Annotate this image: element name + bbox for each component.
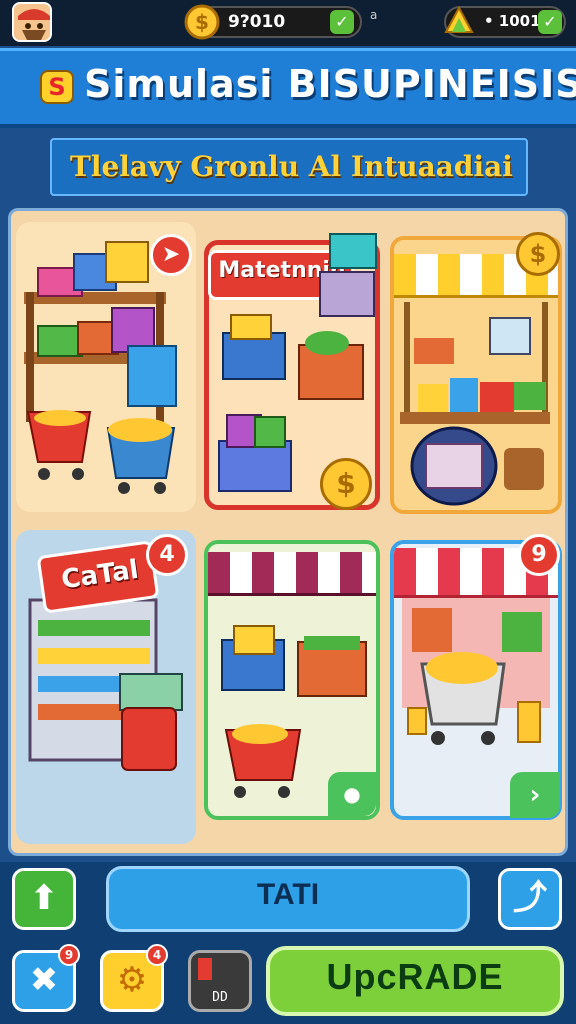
market-awning <box>208 552 376 596</box>
cart-count-badge: 4 <box>146 534 188 576</box>
svg-text:$: $ <box>195 10 209 34</box>
chevron-right-icon[interactable]: › <box>510 772 560 818</box>
storefront-sign-icon <box>319 233 377 317</box>
upgrade-button-label: UpcRADE <box>326 956 504 997</box>
start-button-label: TATI <box>256 878 320 911</box>
stall-coin-badge: $ <box>516 232 560 276</box>
up-arrow-icon[interactable]: ⬆ <box>12 868 76 930</box>
gem-amount: • 1001 <box>484 12 541 30</box>
card-market-stall[interactable] <box>390 236 562 514</box>
materials-coin-badge: $ <box>320 458 372 510</box>
hud-separator: a <box>370 8 378 22</box>
flag-icon <box>198 958 212 980</box>
arrow-right-icon[interactable]: ➤ <box>150 234 192 276</box>
gem-stack-icon <box>444 5 474 33</box>
stall-illustration <box>400 302 550 506</box>
dollar-coin-icon: $ <box>184 4 220 40</box>
gem-add-check-icon[interactable]: ✓ <box>538 10 562 34</box>
coin-amount: 9?010 <box>228 12 286 32</box>
subtitle-text: Tlelavy Gronlu Al Intuaadiai <box>70 150 513 183</box>
player-avatar[interactable] <box>12 2 52 42</box>
slot-label: DD <box>212 990 228 1005</box>
play-icon[interactable]: ● <box>328 772 376 816</box>
game-title: Simulasi BISUPINEISIS <box>84 62 576 106</box>
coin-add-check-icon[interactable]: ✓ <box>330 10 354 34</box>
avatar-face-icon <box>14 4 50 40</box>
settings-badge: 4 <box>146 944 168 966</box>
shop-level-badge: 9 <box>518 534 560 576</box>
share-icon[interactable]: ⤴ <box>498 868 562 930</box>
tools-badge: 9 <box>58 944 80 966</box>
title-badge-icon: S <box>40 70 74 104</box>
